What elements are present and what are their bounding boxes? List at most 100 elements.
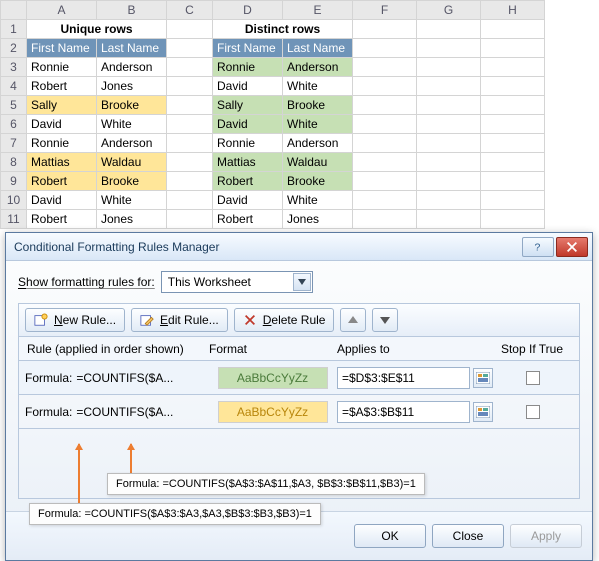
cell[interactable] [167,39,213,58]
cell[interactable]: Waldau [283,153,353,172]
cell[interactable] [417,191,481,210]
row-header[interactable]: 2 [1,39,27,58]
apply-button[interactable]: Apply [510,524,582,548]
cell[interactable]: Waldau [97,153,167,172]
row-header[interactable]: 8 [1,153,27,172]
cell[interactable] [481,115,545,134]
cell[interactable]: Brooke [97,96,167,115]
rule-row[interactable]: Formula:=COUNTIFS($A... AaBbCcYyZz =$A$3… [18,395,580,429]
stop-checkbox[interactable] [526,371,540,385]
row-header[interactable]: 11 [1,210,27,229]
stop-checkbox[interactable] [526,405,540,419]
col-header[interactable]: E [283,1,353,20]
cell[interactable]: White [283,77,353,96]
cell[interactable] [353,134,417,153]
cell[interactable]: Anderson [97,134,167,153]
range-picker-icon[interactable] [473,402,493,422]
cell[interactable] [417,210,481,229]
cell[interactable] [481,39,545,58]
cell[interactable]: White [97,115,167,134]
chevron-down-icon[interactable] [293,273,311,291]
cell[interactable]: Brooke [283,96,353,115]
cell[interactable]: Robert [27,172,97,191]
cell[interactable]: White [283,115,353,134]
cell[interactable]: Anderson [283,58,353,77]
cell[interactable] [167,172,213,191]
cell[interactable] [353,153,417,172]
row-header[interactable]: 10 [1,191,27,210]
row-header[interactable]: 4 [1,77,27,96]
cell[interactable]: White [97,191,167,210]
close-button[interactable] [556,237,588,257]
move-down-button[interactable] [372,308,398,332]
select-all-corner[interactable] [1,1,27,20]
cell[interactable]: Jones [97,210,167,229]
cell[interactable] [353,20,417,39]
row-header[interactable]: 3 [1,58,27,77]
cell[interactable] [481,96,545,115]
new-rule-button[interactable]: New Rule... [25,308,125,332]
row-header[interactable]: 9 [1,172,27,191]
cell[interactable]: Brooke [283,172,353,191]
cell[interactable] [481,153,545,172]
cell[interactable]: Sally [213,96,283,115]
delete-rule-button[interactable]: Delete Rule [234,308,335,332]
cell[interactable] [417,58,481,77]
cell[interactable]: Mattias [27,153,97,172]
cell[interactable]: Anderson [97,58,167,77]
cell[interactable] [353,96,417,115]
cell[interactable] [481,191,545,210]
cell[interactable]: Robert [27,210,97,229]
cell[interactable] [167,115,213,134]
cell[interactable] [167,58,213,77]
cell[interactable]: Ronnie [213,134,283,153]
cell[interactable] [481,58,545,77]
dialog-titlebar[interactable]: Conditional Formatting Rules Manager ? [6,233,592,261]
cell[interactable]: David [27,115,97,134]
col-header[interactable]: A [27,1,97,20]
help-button[interactable]: ? [522,237,554,257]
col-header[interactable]: H [481,1,545,20]
cell[interactable] [417,153,481,172]
cell[interactable] [417,20,481,39]
cell[interactable]: Brooke [97,172,167,191]
cell[interactable] [417,77,481,96]
cell[interactable] [353,172,417,191]
cell[interactable] [481,77,545,96]
row-header[interactable]: 5 [1,96,27,115]
cell[interactable] [353,191,417,210]
cell[interactable]: Ronnie [27,58,97,77]
col-header[interactable]: C [167,1,213,20]
spreadsheet-grid[interactable]: A B C D E F G H 1 Unique rows Distinct r… [0,0,545,229]
cell[interactable]: Ronnie [213,58,283,77]
cell[interactable]: Jones [97,77,167,96]
row-header[interactable]: 6 [1,115,27,134]
cell[interactable] [417,134,481,153]
ok-button[interactable]: OK [354,524,426,548]
col-header[interactable]: G [417,1,481,20]
cell[interactable]: Robert [213,210,283,229]
cell[interactable] [417,115,481,134]
applies-to-input[interactable]: =$D$3:$E$11 [337,367,470,389]
cell[interactable]: David [213,191,283,210]
cell[interactable]: David [213,115,283,134]
cell[interactable] [167,96,213,115]
close-button[interactable]: Close [432,524,504,548]
cell[interactable]: David [213,77,283,96]
cell[interactable]: David [27,191,97,210]
cell[interactable]: Jones [283,210,353,229]
col-header[interactable]: D [213,1,283,20]
rule-row[interactable]: Formula:=COUNTIFS($A... AaBbCcYyZz =$D$3… [18,361,580,395]
cell[interactable] [353,39,417,58]
cell[interactable] [167,134,213,153]
cell[interactable]: Anderson [283,134,353,153]
cell[interactable] [481,210,545,229]
edit-rule-button[interactable]: Edit Rule... [131,308,228,332]
range-picker-icon[interactable] [473,368,493,388]
cell[interactable]: White [283,191,353,210]
cell[interactable]: Ronnie [27,134,97,153]
cell[interactable] [417,39,481,58]
cell[interactable] [353,210,417,229]
applies-to-input[interactable]: =$A$3:$B$11 [337,401,470,423]
cell[interactable]: Sally [27,96,97,115]
